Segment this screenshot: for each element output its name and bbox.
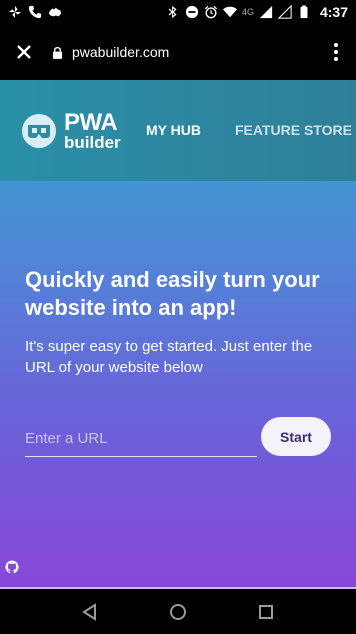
wifi-icon [222, 5, 237, 19]
hero-subtitle: It's super easy to get started. Just ent… [25, 338, 313, 376]
overflow-menu-button[interactable] [326, 38, 346, 66]
browser-toolbar: pwabuilder.com [0, 24, 356, 80]
bluetooth-icon [166, 5, 180, 19]
logo-wordmark: PWA builder [64, 108, 121, 152]
signal-empty-icon [277, 5, 292, 19]
system-navigation-bar [0, 587, 356, 634]
logo-line-1: PWA [64, 108, 118, 136]
menu-dot-icon [334, 43, 338, 47]
site-header: PWA builder MY HUB FEATURE STORE [0, 80, 356, 181]
back-triangle-icon [82, 602, 96, 621]
status-left [8, 5, 62, 19]
recents-button[interactable] [255, 601, 277, 623]
clock: 4:37 [319, 4, 348, 20]
network-type-label: 4G [241, 7, 254, 17]
github-icon[interactable] [5, 560, 19, 574]
alarm-icon [204, 5, 218, 19]
close-tab-button[interactable] [10, 38, 38, 66]
lock-icon [52, 45, 64, 59]
nav-my-hub[interactable]: MY HUB [146, 122, 201, 138]
phone-icon [28, 5, 42, 19]
home-circle-icon [170, 603, 186, 620]
hero-title: Quickly and easily turn your website int… [25, 267, 320, 320]
pwabuilder-logo[interactable]: PWA builder [22, 108, 121, 152]
back-button[interactable] [79, 601, 101, 623]
battery-icon [297, 5, 311, 19]
start-button[interactable]: Start [261, 417, 331, 456]
url-input[interactable] [25, 420, 257, 457]
nav-feature-store[interactable]: FEATURE STORE [235, 122, 352, 138]
page-content: PWA builder MY HUB FEATURE STORE Quickly… [0, 80, 356, 587]
home-button[interactable] [167, 601, 189, 623]
close-icon [17, 45, 31, 59]
pinwheel-icon [8, 5, 22, 19]
do-not-disturb-icon [185, 5, 199, 19]
logo-line-2: builder [64, 132, 121, 152]
recents-square-icon [259, 604, 273, 619]
logo-icon [22, 113, 56, 148]
menu-dot-icon [334, 57, 338, 61]
address-bar-url[interactable]: pwabuilder.com [72, 44, 169, 60]
signal-icon [259, 5, 273, 19]
status-bar: 4G 4:37 [0, 0, 356, 24]
status-right: 4G 4:37 [166, 4, 348, 20]
australia-map-icon [48, 5, 62, 19]
menu-dot-icon [334, 50, 338, 54]
